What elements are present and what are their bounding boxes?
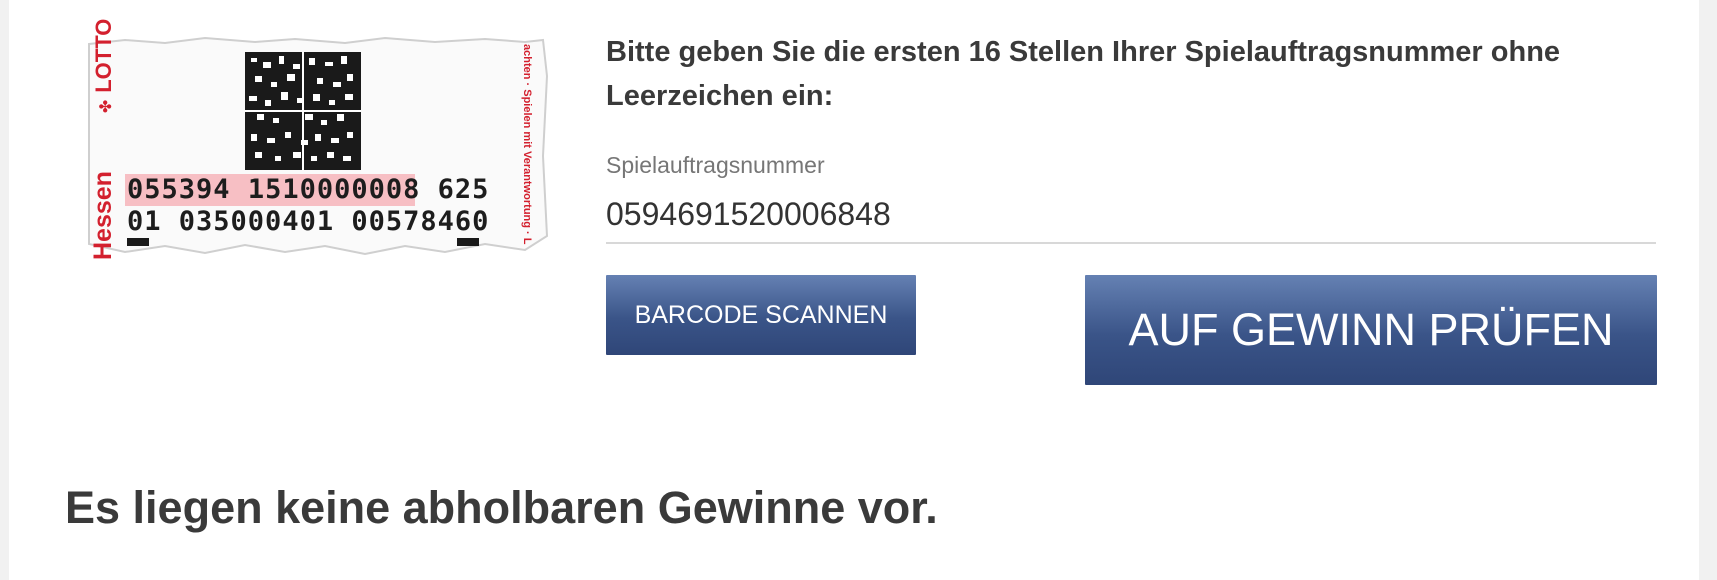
ticket-image: 055394 1510000008 625 01 035000401 00578… (85, 19, 549, 268)
instruction-text: Bitte geben Sie die ersten 16 Stellen Ih… (606, 36, 1561, 112)
ticket-number-input[interactable] (606, 186, 1656, 244)
ticket-number-line1: 055394 1510000008 625 (127, 174, 490, 205)
result-message: Es liegen keine abholbaren Gewinne vor. (65, 482, 938, 533)
ticket-number-line2: 01 035000401 00578460 (127, 206, 490, 237)
clover-icon: ✤ (98, 99, 115, 114)
ticket-brand-vertical: Hessen ✤ LOTTO (89, 19, 118, 260)
datamatrix-code (245, 52, 361, 170)
check-win-button[interactable]: AUF GEWINN PRÜFEN (1085, 275, 1657, 385)
ticket-marker-right (457, 238, 479, 246)
ticket-marker-left (127, 238, 149, 246)
ticket-region: Hessen (89, 171, 117, 260)
page: 055394 1510000008 625 01 035000401 00578… (9, 0, 1699, 580)
barcode-scan-button[interactable]: BARCODE SCANNEN (606, 275, 916, 355)
ticket-number-label: Spielauftragsnummer (606, 152, 825, 178)
ticket-side-text: achten · Spielen mit Verantwortung · L (521, 44, 533, 245)
ticket-brand: LOTTO (91, 18, 116, 93)
